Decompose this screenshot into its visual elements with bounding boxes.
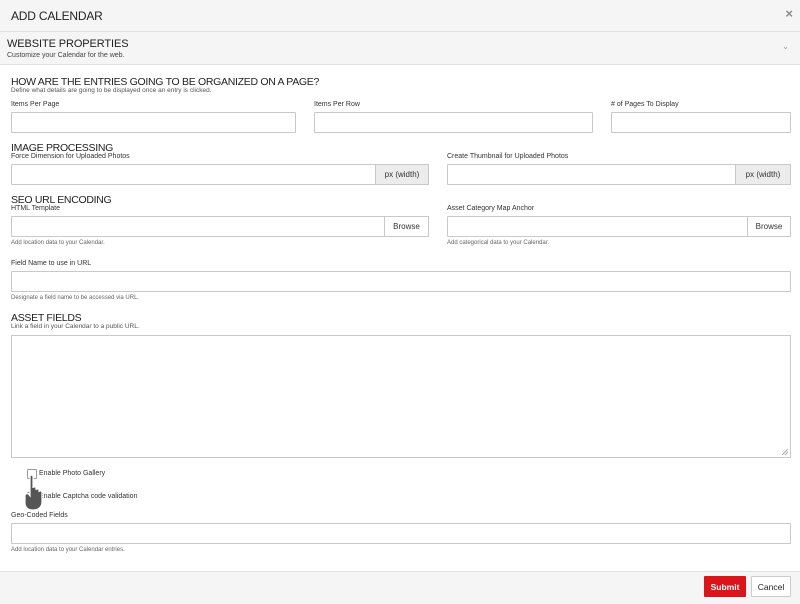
thumbnail-label: Create Thumbnail for Uploaded Photos — [447, 153, 569, 160]
website-properties-section-header[interactable]: WEBSITE PROPERTIES Customize your Calend… — [0, 32, 800, 65]
items-per-page-label: Items Per Page — [11, 101, 60, 108]
dialog-footer — [0, 571, 800, 604]
cancel-button[interactable]: Cancel — [751, 576, 791, 597]
field-name-label: Field Name to use in URL — [11, 260, 92, 267]
field-name-help: Designate a field name to be accessed vi… — [11, 295, 140, 301]
close-icon[interactable]: × — [785, 7, 793, 20]
items-per-row-input[interactable] — [314, 112, 593, 133]
geo-coded-input[interactable] — [11, 523, 791, 544]
thumbnail-input[interactable] — [447, 164, 736, 185]
thumbnail-unit-addon: px (width) — [735, 164, 791, 185]
asset-anchor-input[interactable] — [447, 216, 748, 237]
asset-fields-subtitle: Link a field in your Calendar to a publi… — [11, 323, 140, 330]
items-per-page-input[interactable] — [11, 112, 296, 133]
html-template-input[interactable] — [11, 216, 385, 237]
dialog-title: ADD CALENDAR — [11, 9, 103, 23]
pages-to-display-label: # of Pages To Display — [611, 101, 679, 108]
html-template-label: HTML Template — [11, 205, 61, 212]
website-properties-title: WEBSITE PROPERTIES — [7, 38, 129, 50]
hand-pointer-cursor-icon — [24, 474, 43, 511]
force-dimension-unit-addon: px (width) — [375, 164, 429, 185]
website-properties-subtitle: Customize your Calendar for the web. — [7, 52, 125, 59]
submit-button[interactable]: Submit — [704, 576, 746, 597]
resize-handle-icon[interactable] — [782, 449, 788, 455]
pages-to-display-input[interactable] — [611, 112, 791, 133]
html-template-help: Add location data to your Calendar. — [11, 240, 105, 246]
asset-anchor-browse-button[interactable]: Browse — [747, 216, 791, 237]
geo-coded-help: Add location data to your Calendar entri… — [11, 547, 125, 553]
field-name-input[interactable] — [11, 271, 791, 292]
force-dimension-label: Force Dimension for Uploaded Photos — [11, 153, 130, 160]
dialog-header: ADD CALENDAR × — [0, 0, 800, 32]
asset-fields-textarea[interactable] — [11, 335, 791, 458]
items-per-row-label: Items Per Row — [314, 101, 360, 108]
asset-anchor-help: Add categorical data to your Calendar. — [447, 240, 550, 246]
force-dimension-input[interactable] — [11, 164, 376, 185]
chevron-down-icon[interactable]: ⌄ — [782, 42, 789, 51]
captcha-label: Enable Captcha code validation — [39, 493, 138, 500]
html-template-browse-button[interactable]: Browse — [384, 216, 429, 237]
asset-anchor-label: Asset Category Map Anchor — [447, 205, 535, 212]
geo-coded-label: Geo-Coded Fields — [11, 512, 68, 519]
organization-subtitle: Define what details are going to be disp… — [11, 87, 212, 94]
